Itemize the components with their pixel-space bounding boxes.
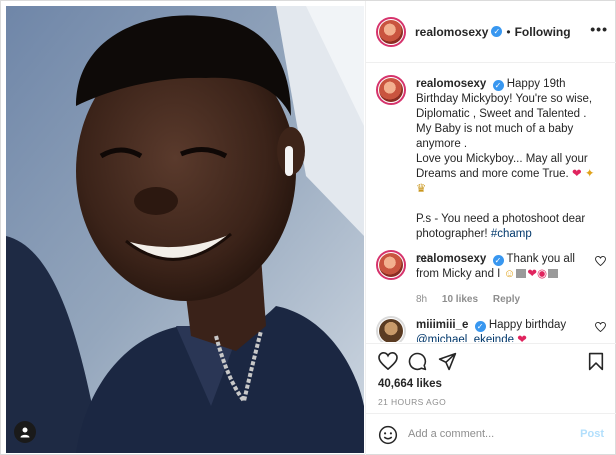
comment-meta: 8h 10 likes Reply (416, 292, 598, 307)
caption-username[interactable]: realomosexy (416, 78, 486, 90)
caption-text-2: Love you Mickyboy... May all your Dreams… (416, 153, 588, 180)
verified-badge-icon: ✓ (492, 255, 504, 266)
comment-body: miiimiii_e ✓ Happy birthday @michael_eke… (416, 318, 598, 342)
avatar[interactable] (376, 316, 406, 342)
post-timestamp[interactable]: 21 HOURS AGO (378, 397, 446, 407)
comment-body: realomosexy ✓ Thank you all from Micky a… (416, 252, 598, 307)
comments-list[interactable]: realomosexy ✓ Happy 19th Birthday Mickyb… (366, 64, 616, 342)
trophy-emoji-icon: ♛ (416, 183, 427, 195)
verified-badge-icon: ✓ (474, 321, 486, 332)
comment-likes[interactable]: 10 likes (442, 294, 478, 305)
comment-item: miiimiii_e ✓ Happy birthday @michael_eke… (376, 316, 612, 342)
comment-text: Happy birthday (488, 319, 567, 331)
comment-username[interactable]: realomosexy (416, 253, 486, 265)
add-comment-bar: Add a comment... Post (366, 413, 616, 455)
avatar-image (379, 319, 403, 342)
emoji-icon: ☺ (503, 268, 516, 280)
comment-input[interactable]: Add a comment... (408, 428, 494, 440)
like-comment-heart-icon[interactable] (595, 256, 606, 266)
verified-badge-icon: ✓ (491, 26, 503, 37)
comment-item: realomosexy ✓ Thank you all from Micky a… (376, 250, 612, 310)
hashtag-link[interactable]: #champ (491, 228, 532, 240)
following-button[interactable]: Following (515, 25, 571, 39)
lips-emoji-icon: ◉ (536, 268, 547, 280)
comment-age[interactable]: 8h (416, 294, 427, 305)
emoji-picker-icon[interactable] (378, 425, 398, 445)
caption: realomosexy ✓ Happy 19th Birthday Mickyb… (376, 75, 612, 265)
confetti-emoji-icon: ✦ (584, 168, 595, 180)
author-username[interactable]: realomosexy (415, 25, 488, 39)
post-photo[interactable] (6, 6, 364, 453)
avatar[interactable] (376, 75, 406, 105)
share-paper-plane-icon[interactable] (438, 352, 457, 371)
emoji-placeholder-icon (548, 269, 558, 278)
post-dialog: realomosexy ✓ • Following ••• realomosex… (0, 0, 616, 455)
photo-illustration (6, 6, 364, 453)
post-actions: 40,664 likes 21 HOURS AGO (366, 343, 616, 413)
more-icon[interactable]: ••• (590, 21, 608, 37)
post-header: realomosexy ✓ • Following ••• (366, 1, 616, 63)
comment-username[interactable]: miiimiii_e (416, 319, 468, 331)
heart-emoji-icon: ❤ (517, 334, 527, 342)
caption-body: realomosexy ✓ Happy 19th Birthday Mickyb… (416, 77, 598, 267)
emoji-placeholder-icon (516, 269, 527, 278)
comment-bubble-icon[interactable] (408, 352, 427, 371)
heart-emoji-icon: ❤ (527, 268, 537, 280)
reply-button[interactable]: Reply (493, 294, 520, 305)
post-sidebar: realomosexy ✓ • Following ••• realomosex… (365, 1, 616, 455)
avatar-image (379, 78, 403, 102)
avatar-image (379, 19, 403, 44)
avatar[interactable] (376, 16, 406, 47)
avatar[interactable] (376, 250, 406, 280)
like-heart-icon[interactable] (378, 352, 398, 370)
likes-count[interactable]: 40,664 likes (378, 378, 442, 390)
post-comment-button[interactable]: Post (580, 428, 604, 440)
mention-link[interactable]: @michael_ekeinde (416, 334, 514, 342)
tagged-users-button[interactable] (14, 421, 36, 443)
heart-emoji-icon: ❤ (571, 168, 582, 180)
save-bookmark-icon[interactable] (588, 352, 604, 371)
verified-badge-icon: ✓ (492, 80, 504, 91)
like-comment-heart-icon[interactable] (595, 322, 606, 332)
avatar-image (379, 253, 403, 277)
user-icon (20, 427, 30, 438)
separator-dot: • (506, 24, 511, 39)
